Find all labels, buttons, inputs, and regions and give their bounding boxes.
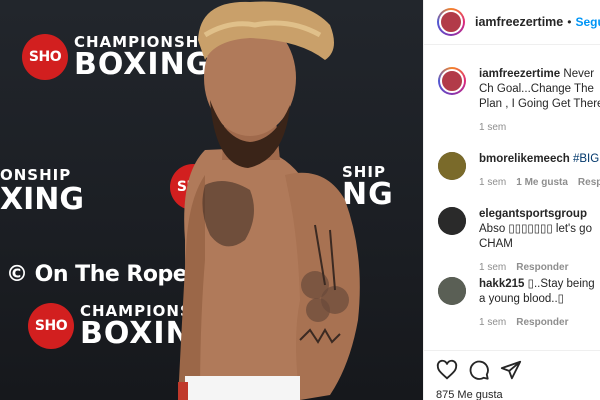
commenter-avatar[interactable] — [438, 152, 466, 180]
comment-username[interactable]: hakk215 — [479, 278, 524, 290]
post-header: iamfreezertime • Seguir — [424, 0, 600, 45]
author-avatar[interactable] — [437, 8, 465, 36]
caption-avatar[interactable] — [438, 67, 466, 95]
commenter-avatar[interactable] — [438, 207, 466, 235]
comment-username[interactable]: bmorelikemeech — [479, 153, 570, 165]
comment-time[interactable]: 1 sem — [479, 315, 506, 330]
caption-item: iamfreezertime Never Ch Goal...Change Th… — [438, 67, 600, 135]
author-username[interactable]: iamfreezertime — [475, 15, 563, 29]
separator-dot: • — [567, 15, 572, 29]
share-icon[interactable] — [500, 359, 522, 381]
comment-text[interactable]: #BIGFR — [573, 153, 600, 165]
comment-item: elegantsportsgroup Abso ▯▯▯▯▯▯▯ let's go… — [438, 207, 600, 275]
follow-button[interactable]: Seguir — [575, 15, 600, 29]
caption-time[interactable]: 1 sem — [479, 120, 506, 135]
comment-time[interactable]: 1 sem — [479, 175, 506, 190]
comment-icon[interactable] — [468, 359, 490, 381]
post-sidebar: iamfreezertime • Seguir iamfreezertime N… — [423, 0, 600, 400]
reply-button[interactable]: Responder — [516, 315, 568, 330]
boxer-figure — [178, 1, 360, 400]
instagram-post: SHO CHAMPIONSHIP BOXING ONSHIP XING SHO … — [0, 0, 600, 400]
comment-text: Abso ▯▯▯▯▯▯▯ let's go CHAM — [479, 223, 592, 250]
post-photo[interactable]: SHO CHAMPIONSHIP BOXING ONSHIP XING SHO … — [0, 0, 423, 400]
comment-likes[interactable]: 1 Me gusta — [516, 175, 568, 190]
likes-count[interactable]: 875 Me gusta — [436, 389, 503, 400]
reply-button[interactable]: Responder — [516, 260, 568, 275]
action-bar: 875 Me gusta — [424, 350, 600, 400]
comment-username[interactable]: elegantsportsgroup — [479, 208, 587, 220]
reply-button[interactable]: Resp — [578, 175, 600, 190]
comment-time[interactable]: 1 sem — [479, 260, 506, 275]
comment-item: hakk215 ▯..Stay being a young blood..▯ 1… — [438, 277, 600, 330]
commenter-avatar[interactable] — [438, 277, 466, 305]
caption-username[interactable]: iamfreezertime — [479, 68, 560, 80]
heart-icon[interactable] — [436, 359, 458, 381]
comment-item: bmorelikemeech #BIGFR 1 sem 1 Me gusta R… — [438, 152, 600, 190]
